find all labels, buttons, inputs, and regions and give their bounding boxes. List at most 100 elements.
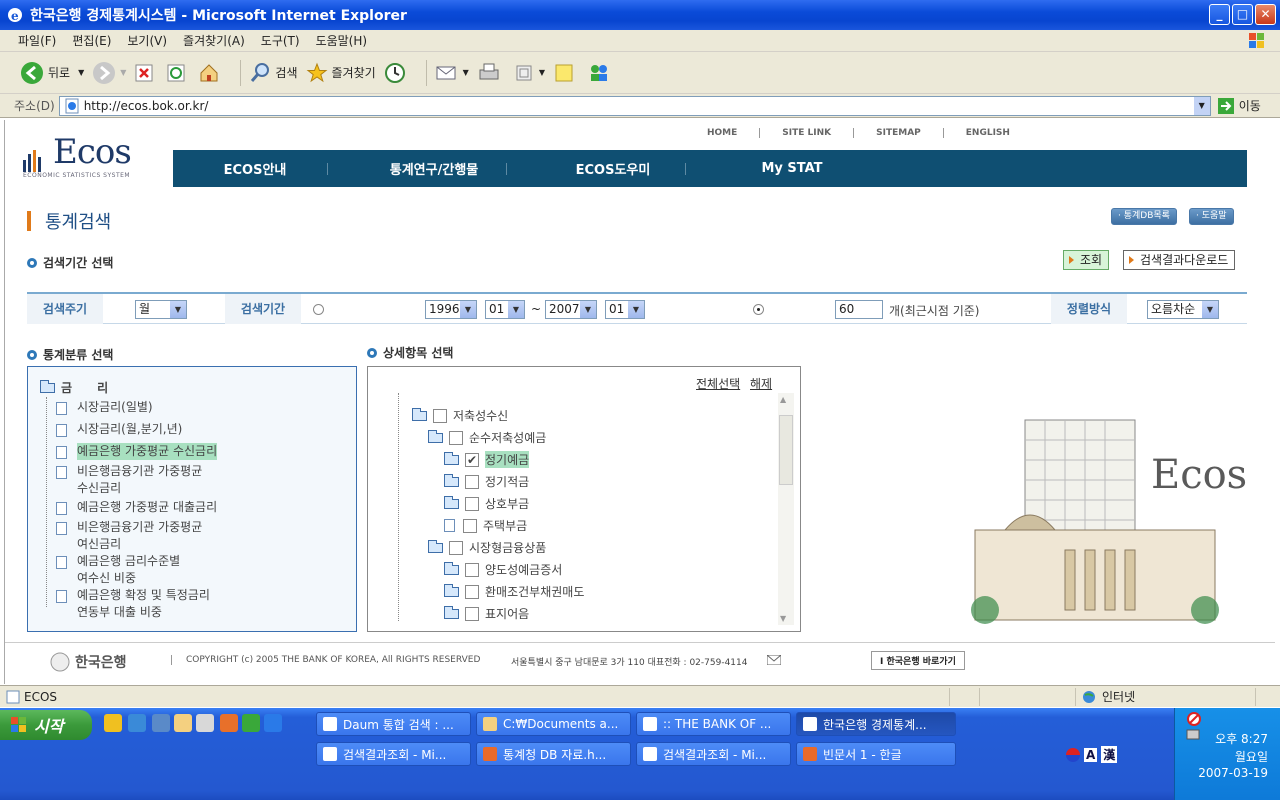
menu-view[interactable]: 보기(V) bbox=[127, 32, 167, 49]
category-item[interactable]: 시장금리(일별) bbox=[56, 399, 153, 416]
task-ecos-active[interactable]: 한국은행 경제통계... bbox=[796, 712, 956, 736]
detail-node-checked[interactable]: ✔ 정기예금 bbox=[444, 451, 530, 468]
cycle-select[interactable]: 월 ▼ bbox=[135, 300, 187, 319]
node-checkbox[interactable] bbox=[449, 430, 463, 445]
detail-node[interactable]: 환매조건부채권매도 bbox=[444, 583, 584, 600]
email-icon[interactable] bbox=[767, 655, 781, 665]
nav-my-stat[interactable]: My STAT bbox=[720, 161, 864, 176]
minimize-button[interactable]: _ bbox=[1209, 4, 1230, 25]
quicklaunch-firefox-icon[interactable] bbox=[220, 714, 238, 732]
scroll-up-icon[interactable]: ▲ bbox=[780, 395, 786, 404]
node-checkbox[interactable] bbox=[449, 540, 463, 555]
refresh-button[interactable] bbox=[166, 63, 190, 83]
node-checkbox[interactable] bbox=[465, 562, 479, 577]
sort-select[interactable]: 오름차순 ▼ bbox=[1147, 300, 1219, 319]
favorites-button[interactable]: 즐겨찾기 bbox=[306, 62, 376, 84]
task-daum-search[interactable]: Daum 통합 검색 : ... bbox=[316, 712, 471, 736]
task-bank-of-korea[interactable]: :: THE BANK OF ... bbox=[636, 712, 791, 736]
nav-research[interactable]: 통계연구/간행물 bbox=[362, 159, 506, 178]
task-search-results-2[interactable]: 검색결과조회 - Mi... bbox=[636, 742, 791, 766]
stop-button[interactable] bbox=[134, 63, 158, 83]
address-input[interactable]: http://ecos.bok.or.kr/ ▼ bbox=[58, 95, 1211, 116]
quicklaunch-folder-icon[interactable] bbox=[174, 714, 192, 732]
nav-ecos-info[interactable]: ECOS안내 bbox=[183, 159, 327, 178]
topnav-site-link[interactable]: SITE LINK bbox=[759, 128, 853, 138]
category-item[interactable]: 시장금리(월,분기,년) bbox=[56, 421, 182, 438]
topnav-home[interactable]: HOME bbox=[685, 128, 759, 138]
topnav-english[interactable]: ENGLISH bbox=[942, 128, 1032, 138]
ime-mode-alpha[interactable]: A bbox=[1084, 747, 1098, 762]
search-button[interactable]: 검색 bbox=[249, 62, 298, 84]
clear-selection-link[interactable]: 해제 bbox=[750, 375, 772, 392]
detail-node[interactable]: 상호부금 bbox=[444, 495, 529, 512]
category-item[interactable]: 예금은행 금리수준별 여수신 비중 bbox=[56, 553, 180, 587]
menu-favorites[interactable]: 즐겨찾기(A) bbox=[183, 32, 245, 49]
detail-scrollbar[interactable]: ▲ ▼ bbox=[778, 393, 794, 625]
forward-button[interactable]: ▼ bbox=[92, 61, 126, 85]
clock-time[interactable]: 오후 8:27 bbox=[1215, 730, 1268, 747]
category-item[interactable]: 예금은행 확정 및 특정금리 연동부 대출 비중 bbox=[56, 587, 210, 621]
task-kostat-db[interactable]: 통계청 DB 자료.h... bbox=[476, 742, 631, 766]
select-all-link[interactable]: 전체선택 bbox=[696, 375, 740, 392]
quicklaunch-tool-icon[interactable] bbox=[242, 714, 260, 732]
close-button[interactable]: ✕ bbox=[1255, 4, 1276, 25]
task-search-results-1[interactable]: 검색결과조회 - Mi... bbox=[316, 742, 471, 766]
detail-node[interactable]: 저축성수신 bbox=[412, 407, 508, 424]
detail-node[interactable]: 정기적금 bbox=[444, 473, 529, 490]
back-dropdown-icon[interactable]: ▼ bbox=[78, 68, 84, 77]
korean-ime-icon[interactable] bbox=[1066, 747, 1080, 762]
category-item[interactable]: 비은행금융기관 가중평균 수신금리 bbox=[56, 463, 202, 497]
detail-node[interactable]: 순수저축성예금 bbox=[428, 429, 546, 446]
node-checkbox-checked[interactable]: ✔ bbox=[465, 452, 479, 467]
address-dropdown-icon[interactable]: ▼ bbox=[1193, 96, 1210, 115]
from-month-select[interactable]: 01 ▼ bbox=[485, 300, 525, 319]
quicklaunch-ie-icon[interactable] bbox=[264, 714, 282, 732]
category-item[interactable]: 예금은행 가중평균 대출금리 bbox=[56, 499, 217, 516]
topnav-sitemap[interactable]: SITEMAP bbox=[853, 128, 943, 138]
to-year-select[interactable]: 2007 ▼ bbox=[545, 300, 597, 319]
menu-file[interactable]: 파일(F) bbox=[18, 32, 56, 49]
maximize-button[interactable]: □ bbox=[1232, 4, 1253, 25]
quicklaunch-browser-icon[interactable] bbox=[128, 714, 146, 732]
detail-node[interactable]: 양도성예금증서 bbox=[444, 561, 562, 578]
detail-node[interactable]: 시장형금융상품 bbox=[428, 539, 546, 556]
node-checkbox[interactable] bbox=[465, 584, 479, 599]
start-button[interactable]: 시작 bbox=[0, 710, 92, 740]
menu-help[interactable]: 도움말(H) bbox=[316, 32, 368, 49]
edit-button[interactable]: ▼ bbox=[513, 62, 545, 84]
scroll-thumb[interactable] bbox=[779, 415, 793, 485]
quicklaunch-app-icon[interactable] bbox=[152, 714, 170, 732]
messenger-button[interactable] bbox=[587, 62, 615, 84]
menu-edit[interactable]: 편집(E) bbox=[72, 32, 111, 49]
node-checkbox[interactable] bbox=[465, 606, 479, 621]
bok-shortcut-button[interactable]: I 한국은행 바로가기 bbox=[871, 651, 965, 670]
search-submit-button[interactable]: 조회 bbox=[1063, 250, 1110, 270]
quicklaunch-doc-icon[interactable] bbox=[196, 714, 214, 732]
go-button[interactable]: 이동 bbox=[1217, 97, 1261, 115]
scroll-down-icon[interactable]: ▼ bbox=[780, 614, 786, 623]
nav-ecos-help[interactable]: ECOS도우미 bbox=[541, 159, 685, 178]
help-button[interactable]: · 도움말 bbox=[1189, 208, 1234, 225]
recent-count-radio[interactable] bbox=[753, 304, 764, 315]
category-item-selected[interactable]: 예금은행 가중평균 수신금리 bbox=[56, 443, 218, 460]
download-results-button[interactable]: 검색결과다운로드 bbox=[1123, 250, 1236, 270]
home-button[interactable] bbox=[198, 62, 224, 84]
detail-node[interactable]: 주택부금 bbox=[444, 517, 527, 534]
blocked-icon[interactable] bbox=[1187, 712, 1201, 726]
recent-count-input[interactable]: 60 bbox=[835, 300, 883, 319]
network-icon[interactable] bbox=[1185, 728, 1201, 742]
node-checkbox[interactable] bbox=[433, 408, 447, 423]
node-checkbox[interactable] bbox=[463, 518, 477, 533]
back-button[interactable]: 뒤로 ▼ bbox=[20, 61, 84, 85]
menu-tools[interactable]: 도구(T) bbox=[261, 32, 300, 49]
range-radio[interactable] bbox=[313, 304, 324, 315]
node-checkbox[interactable] bbox=[465, 474, 479, 489]
history-button[interactable] bbox=[384, 62, 410, 84]
db-list-button[interactable]: · 통계DB목록 bbox=[1111, 208, 1177, 225]
task-hangul-blank[interactable]: 빈문서 1 - 한글 bbox=[796, 742, 956, 766]
category-item[interactable]: 비은행금융기관 가중평균 여신금리 bbox=[56, 519, 202, 553]
detail-node[interactable]: 표지어음 bbox=[444, 605, 529, 622]
task-documents-folder[interactable]: C:₩Documents a... bbox=[476, 712, 631, 736]
print-button[interactable] bbox=[477, 62, 505, 84]
ime-mode-hanja[interactable]: 漢 bbox=[1101, 746, 1118, 763]
